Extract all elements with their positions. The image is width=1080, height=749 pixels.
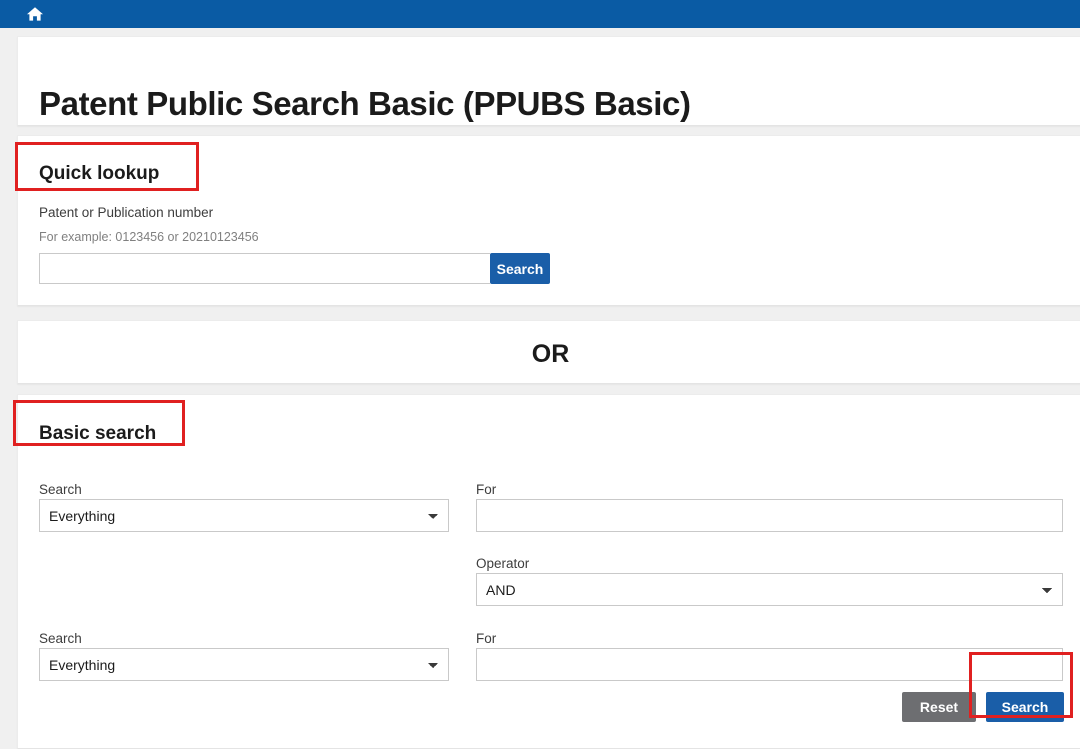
quick-lookup-search-button[interactable]: Search	[490, 253, 550, 284]
operator-label: Operator	[476, 556, 530, 571]
page-title-card: Patent Public Search Basic (PPUBS Basic)	[17, 36, 1080, 126]
quick-lookup-input-group: Search	[39, 253, 550, 284]
quick-lookup-card: Quick lookup Patent or Publication numbe…	[17, 135, 1080, 306]
quick-lookup-input[interactable]	[39, 253, 490, 284]
or-divider-card: OR	[17, 320, 1080, 384]
basic-search-card: Basic search Search Everything For Opera…	[17, 394, 1080, 749]
for-field-input-2[interactable]	[476, 648, 1063, 681]
quick-lookup-heading: Quick lookup	[39, 163, 160, 184]
basic-search-actions: Reset Search	[18, 692, 1064, 722]
search-field-label-2: Search	[39, 631, 82, 646]
patent-number-label: Patent or Publication number	[39, 205, 214, 220]
for-field-label-2: For	[476, 631, 497, 646]
reset-button[interactable]: Reset	[902, 692, 976, 722]
operator-select[interactable]: AND	[476, 573, 1063, 606]
for-field-input-1[interactable]	[476, 499, 1063, 532]
patent-number-hint: For example: 0123456 or 20210123456	[39, 230, 259, 244]
page-title: Patent Public Search Basic (PPUBS Basic)	[39, 85, 691, 123]
top-navigation-bar	[0, 0, 1080, 28]
basic-search-button[interactable]: Search	[986, 692, 1064, 722]
search-field-select-1[interactable]: Everything	[39, 499, 449, 532]
for-field-label-1: For	[476, 482, 497, 497]
or-divider-label: OR	[531, 340, 570, 368]
search-field-label-1: Search	[39, 482, 82, 497]
search-field-select-2[interactable]: Everything	[39, 648, 449, 681]
home-icon[interactable]	[26, 6, 44, 22]
basic-search-heading: Basic search	[39, 423, 157, 444]
